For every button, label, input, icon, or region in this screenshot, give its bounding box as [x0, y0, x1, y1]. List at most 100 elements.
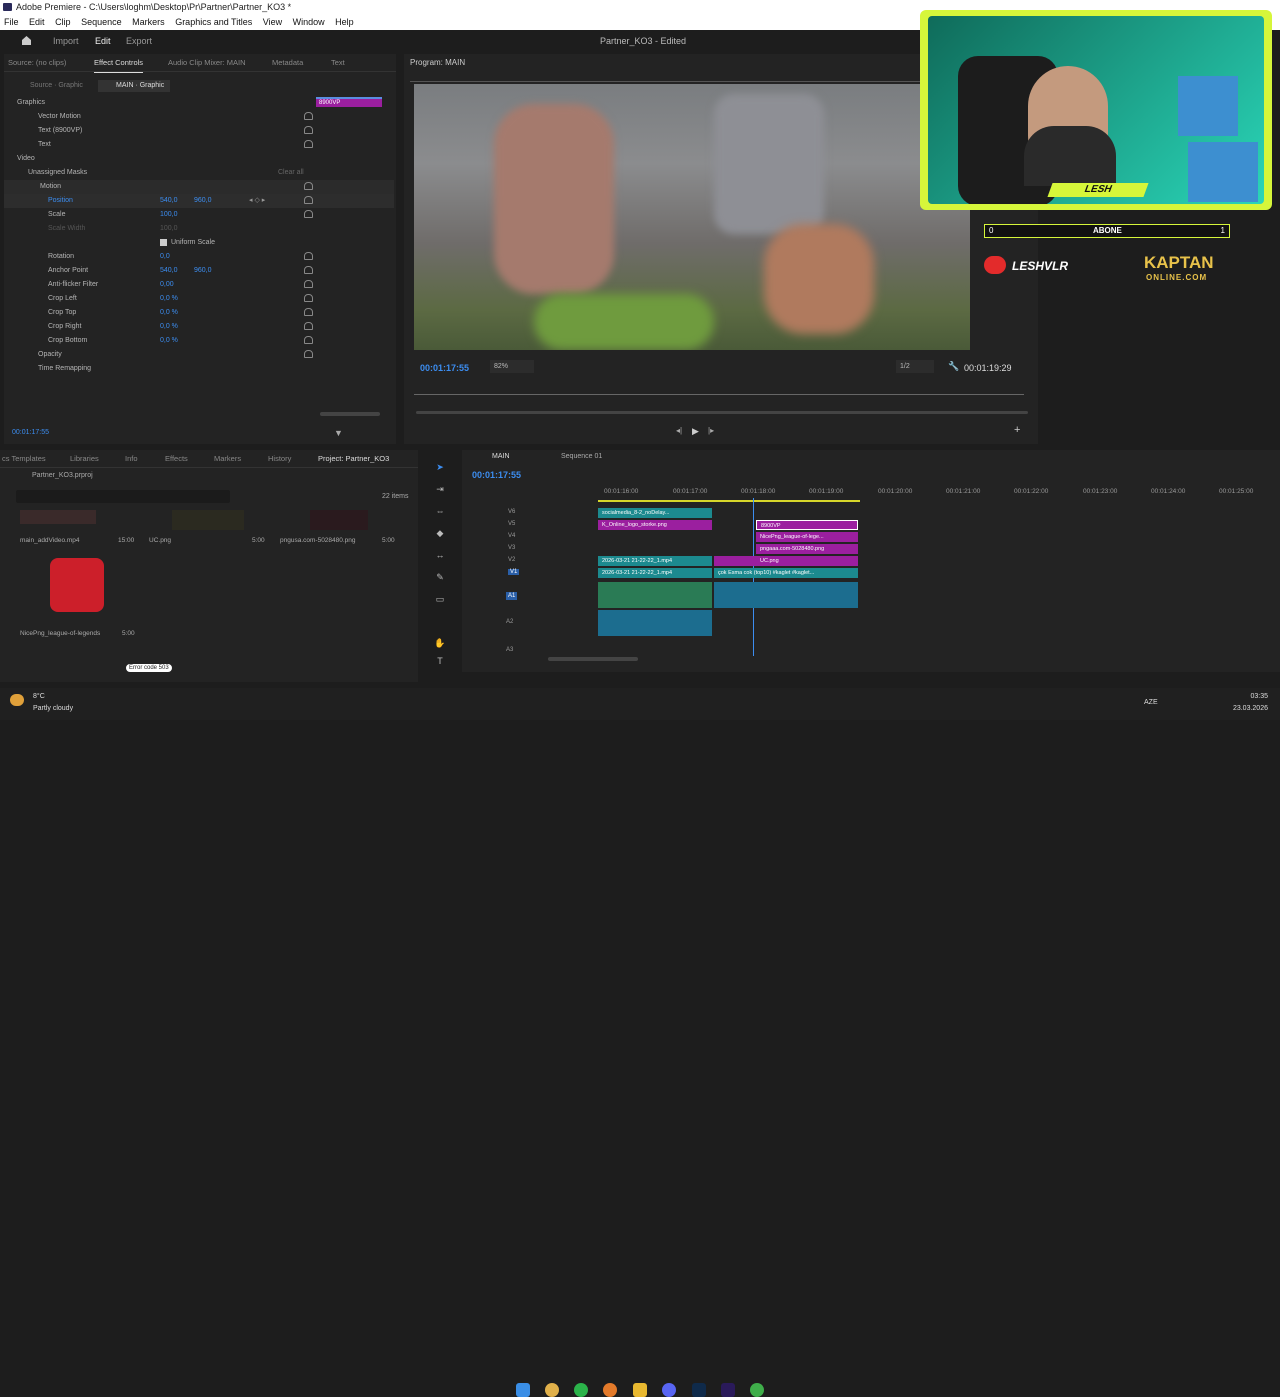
tab-effects[interactable]: Effects	[165, 450, 188, 468]
home-icon[interactable]	[21, 35, 32, 45]
track-a3[interactable]: A3	[506, 647, 513, 653]
track-v6[interactable]: V6	[508, 509, 515, 515]
clip-nicepng[interactable]: NicePng_league-of-lege...	[756, 532, 858, 542]
clip-pngaaa[interactable]: pngaaa.com-5028480.png	[756, 544, 858, 554]
tab-sequence-01[interactable]: Sequence 01	[561, 453, 602, 460]
reset-icon[interactable]	[304, 336, 313, 344]
reset-icon[interactable]	[304, 350, 313, 358]
reset-icon[interactable]	[304, 308, 313, 316]
reset-icon[interactable]	[304, 196, 313, 204]
tab-info[interactable]: Info	[125, 450, 138, 468]
track-v5[interactable]: V5	[508, 521, 515, 527]
clear-all-button[interactable]: Clear all	[278, 166, 304, 180]
menu-view[interactable]: View	[263, 17, 282, 27]
main-graphic-selector[interactable]: MAIN · Graphic	[98, 80, 170, 92]
play-button[interactable]: ▶	[692, 426, 699, 437]
selection-tool-icon[interactable]: ➤	[434, 462, 446, 472]
clip-v2-video[interactable]: 2026-03-21 21-22-22_1.mp4	[598, 556, 712, 566]
track-v1[interactable]: V1	[508, 569, 520, 575]
export-tab[interactable]: Export	[126, 36, 152, 46]
checkbox-icon[interactable]	[160, 238, 167, 246]
menu-file[interactable]: File	[4, 17, 19, 27]
import-tab[interactable]: Import	[53, 36, 79, 46]
tab-libraries[interactable]: Libraries	[70, 450, 99, 468]
menu-clip[interactable]: Clip	[55, 17, 71, 27]
track-v2[interactable]: V2	[508, 557, 515, 563]
reset-icon[interactable]	[304, 252, 313, 260]
prop-anchor-point[interactable]: Anchor Point 540,0 960,0	[4, 264, 394, 278]
thumb-league-logo[interactable]	[50, 558, 104, 612]
track-select-icon[interactable]: ⇥	[434, 484, 446, 494]
resolution-dropdown[interactable]: 1/2	[896, 360, 934, 373]
uniform-scale-row[interactable]: Uniform Scale	[4, 236, 394, 250]
menu-help[interactable]: Help	[335, 17, 354, 27]
weather-icon[interactable]	[10, 694, 24, 706]
windows-start-icon[interactable]	[516, 1383, 530, 1397]
prop-anti-flicker[interactable]: Anti-flicker Filter 0,00	[4, 278, 394, 292]
clock-time[interactable]: 03:35	[1228, 693, 1268, 700]
reset-icon[interactable]	[304, 322, 313, 330]
vector-motion-row[interactable]: Vector Motion	[4, 110, 394, 124]
reset-icon[interactable]	[304, 210, 313, 218]
reset-icon[interactable]	[304, 280, 313, 288]
browser-icon[interactable]	[750, 1383, 764, 1397]
add-button-icon[interactable]: +	[1014, 424, 1020, 436]
prop-rotation[interactable]: Rotation 0,0	[4, 250, 394, 264]
prop-crop-left[interactable]: Crop Left 0,0 %	[4, 292, 394, 306]
wrench-icon[interactable]: 🔧	[948, 361, 959, 372]
track-v3[interactable]: V3	[508, 545, 515, 551]
menu-window[interactable]: Window	[293, 17, 325, 27]
language-indicator[interactable]: AZE	[1144, 699, 1158, 706]
chrome-icon[interactable]	[545, 1383, 559, 1397]
reset-icon[interactable]	[304, 182, 313, 190]
filter-icon[interactable]: ▼	[334, 428, 343, 438]
clip-socialmedia[interactable]: socialmedia_8-2_noDelay...	[598, 508, 712, 518]
premiere-icon[interactable]	[721, 1383, 735, 1397]
source-selector[interactable]: Source · Graphic	[30, 80, 92, 92]
track-v4[interactable]: V4	[508, 533, 515, 539]
audio-clip-a2[interactable]	[598, 610, 712, 636]
reset-icon[interactable]	[304, 112, 313, 120]
photoshop-icon[interactable]	[692, 1383, 706, 1397]
clock-date[interactable]: 23.03.2026	[1228, 705, 1268, 712]
discord-icon[interactable]	[662, 1383, 676, 1397]
reset-icon[interactable]	[304, 294, 313, 302]
tab-main-sequence[interactable]: MAIN	[492, 453, 510, 460]
time-remapping-row[interactable]: Time Remapping	[4, 362, 394, 376]
work-area-bar[interactable]	[598, 500, 860, 502]
edit-tab[interactable]: Edit	[95, 36, 111, 46]
tab-effect-controls[interactable]: Effect Controls	[94, 54, 144, 73]
audio-clip-a1-b[interactable]	[714, 582, 858, 608]
prop-crop-bottom[interactable]: Crop Bottom 0,0 %	[4, 334, 394, 348]
thumb-pngusa[interactable]	[310, 510, 368, 530]
menu-markers[interactable]: Markers	[132, 17, 165, 27]
reset-icon[interactable]	[304, 140, 313, 148]
step-forward-icon[interactable]: |▸	[708, 426, 714, 435]
prop-position[interactable]: Position 540,0 960,0 ◂ ◇ ▸	[4, 194, 394, 208]
prop-crop-top[interactable]: Crop Top 0,0 %	[4, 306, 394, 320]
tab-markers[interactable]: Markers	[214, 450, 241, 468]
step-back-icon[interactable]: ◂|	[676, 426, 682, 435]
tab-project[interactable]: Project: Partner_KO3	[318, 450, 389, 468]
tab-metadata[interactable]: Metadata	[272, 54, 303, 72]
hand-icon[interactable]: ✋	[434, 638, 446, 648]
pen-icon[interactable]: ✎	[434, 572, 446, 582]
program-scrubber[interactable]	[416, 411, 1028, 414]
slip-icon[interactable]: ↔	[434, 550, 446, 560]
motion-row[interactable]: Motion	[4, 180, 394, 194]
tab-text[interactable]: Text	[331, 54, 345, 72]
track-a1[interactable]: A1	[506, 592, 518, 600]
reset-icon[interactable]	[304, 126, 313, 134]
razor-icon[interactable]: ◆	[434, 528, 446, 538]
menu-edit[interactable]: Edit	[29, 17, 45, 27]
ripple-edit-icon[interactable]: ⇔	[434, 506, 446, 516]
clip-v1-video[interactable]: 2026-03-21 21-22-22_1.mp4	[598, 568, 712, 578]
zoom-scrollbar[interactable]	[320, 412, 380, 416]
whatsapp-icon[interactable]	[574, 1383, 588, 1397]
track-a2[interactable]: A2	[506, 619, 513, 625]
text-row[interactable]: Text	[4, 138, 394, 152]
tab-history[interactable]: History	[268, 450, 291, 468]
type-tool-icon[interactable]: T	[434, 656, 446, 666]
obs-icon[interactable]	[603, 1383, 617, 1397]
thumb-main-video[interactable]	[20, 510, 96, 524]
